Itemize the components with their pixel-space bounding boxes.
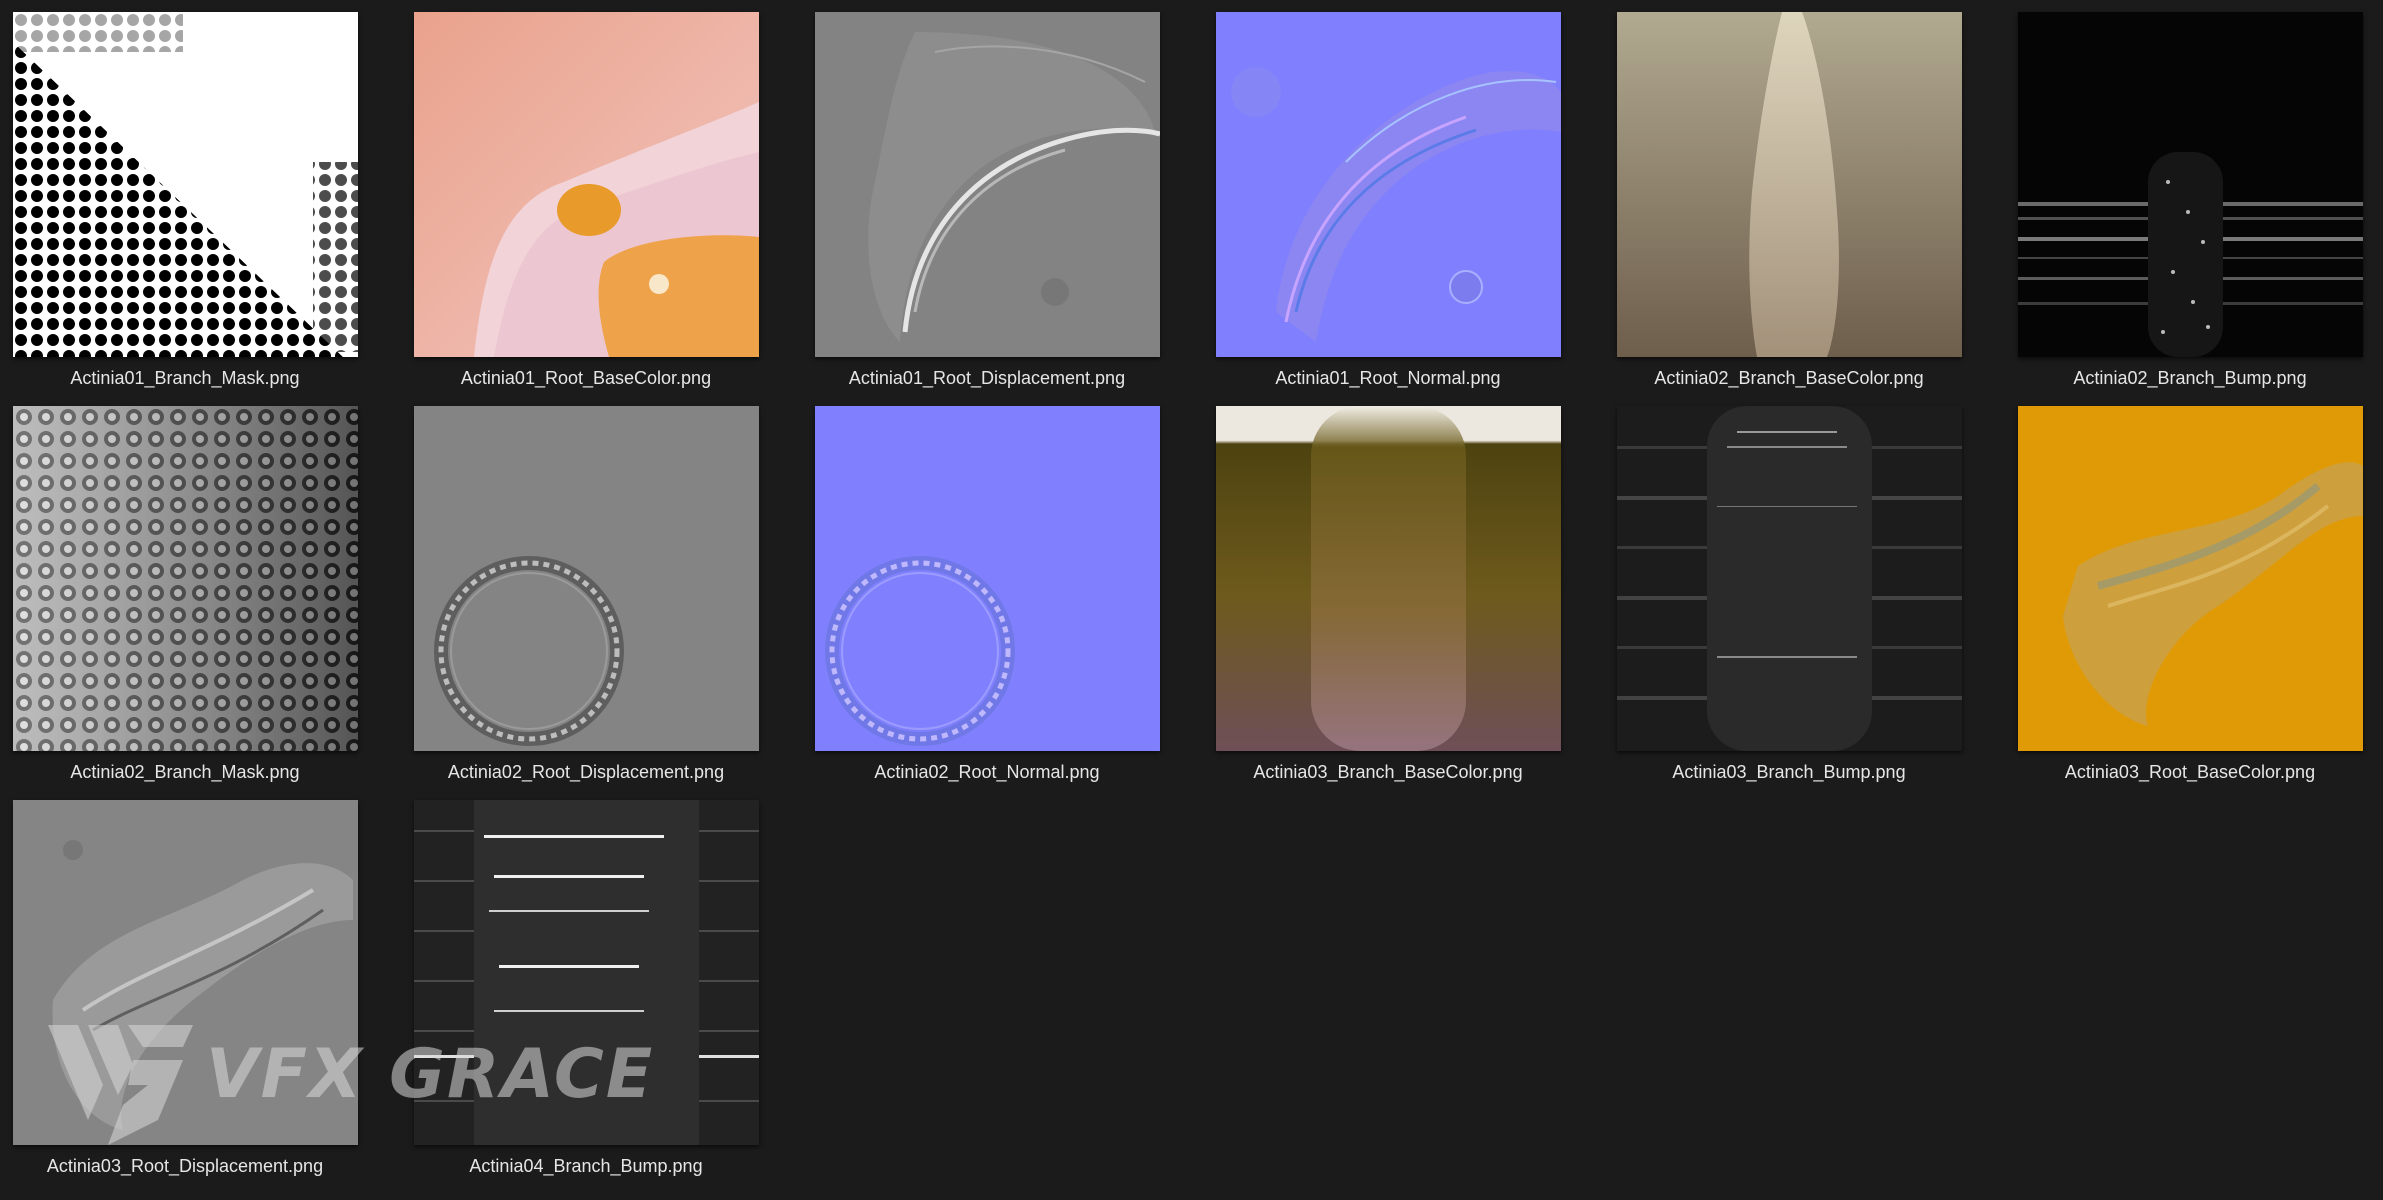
file-item[interactable]: Actinia02_Branch_Mask.png [0, 394, 360, 782]
file-item[interactable]: Actinia03_Branch_Bump.png [1604, 394, 1964, 782]
file-name: Actinia01_Branch_Mask.png [70, 368, 300, 388]
file-name: Actinia01_Root_Normal.png [1275, 368, 1501, 388]
file-item[interactable]: Actinia02_Root_Displacement.png [401, 394, 761, 782]
file-item[interactable]: Actinia03_Branch_BaseColor.png [1203, 394, 1563, 782]
file-thumbnail[interactable] [2018, 406, 2363, 751]
file-name: Actinia02_Branch_Bump.png [2073, 368, 2307, 388]
file-name: Actinia03_Root_Displacement.png [46, 1156, 324, 1176]
file-name: Actinia02_Root_Normal.png [874, 762, 1100, 782]
file-item[interactable]: Actinia01_Root_BaseColor.png [401, 0, 761, 388]
file-item[interactable]: Actinia02_Branch_BaseColor.png [1604, 0, 1964, 388]
file-item[interactable]: Actinia01_Root_Displacement.png [802, 0, 1162, 388]
file-thumbnail[interactable] [414, 12, 759, 357]
file-thumbnail[interactable] [13, 406, 358, 751]
file-name: Actinia01_Root_BaseColor.png [460, 368, 712, 388]
file-thumbnail[interactable] [1216, 12, 1561, 357]
file-name: Actinia03_Branch_BaseColor.png [1253, 762, 1523, 782]
file-item[interactable]: Actinia03_Root_Displacement.png [0, 788, 360, 1176]
file-item[interactable]: Actinia02_Branch_Bump.png [2005, 0, 2365, 388]
file-thumbnail[interactable] [2018, 12, 2363, 357]
file-thumbnail[interactable] [1617, 12, 1962, 357]
file-name: Actinia03_Branch_Bump.png [1672, 762, 1906, 782]
file-name: Actinia02_Branch_BaseColor.png [1654, 368, 1924, 388]
file-thumbnail[interactable] [815, 406, 1160, 751]
file-thumbnail[interactable] [1617, 406, 1962, 751]
file-name: Actinia01_Root_Displacement.png [848, 368, 1126, 388]
file-item[interactable]: Actinia04_Branch_Bump.png [401, 788, 761, 1176]
file-name: Actinia02_Root_Displacement.png [447, 762, 725, 782]
file-thumbnail[interactable] [414, 800, 759, 1145]
file-name: Actinia02_Branch_Mask.png [70, 762, 300, 782]
file-item[interactable]: Actinia01_Root_Normal.png [1203, 0, 1563, 388]
file-name: Actinia04_Branch_Bump.png [469, 1156, 703, 1176]
file-thumbnail[interactable] [815, 12, 1160, 357]
file-thumbnail[interactable] [1216, 406, 1561, 751]
file-item[interactable]: Actinia03_Root_BaseColor.png [2005, 394, 2365, 782]
file-grid: Actinia01_Branch_Mask.png Actinia01_Root… [0, 0, 2383, 1200]
file-thumbnail[interactable] [13, 12, 358, 357]
file-name: Actinia03_Root_BaseColor.png [2064, 762, 2316, 782]
file-thumbnail[interactable] [414, 406, 759, 751]
file-item[interactable]: Actinia01_Branch_Mask.png [0, 0, 360, 388]
file-thumbnail[interactable] [13, 800, 358, 1145]
file-item[interactable]: Actinia02_Root_Normal.png [802, 394, 1162, 782]
